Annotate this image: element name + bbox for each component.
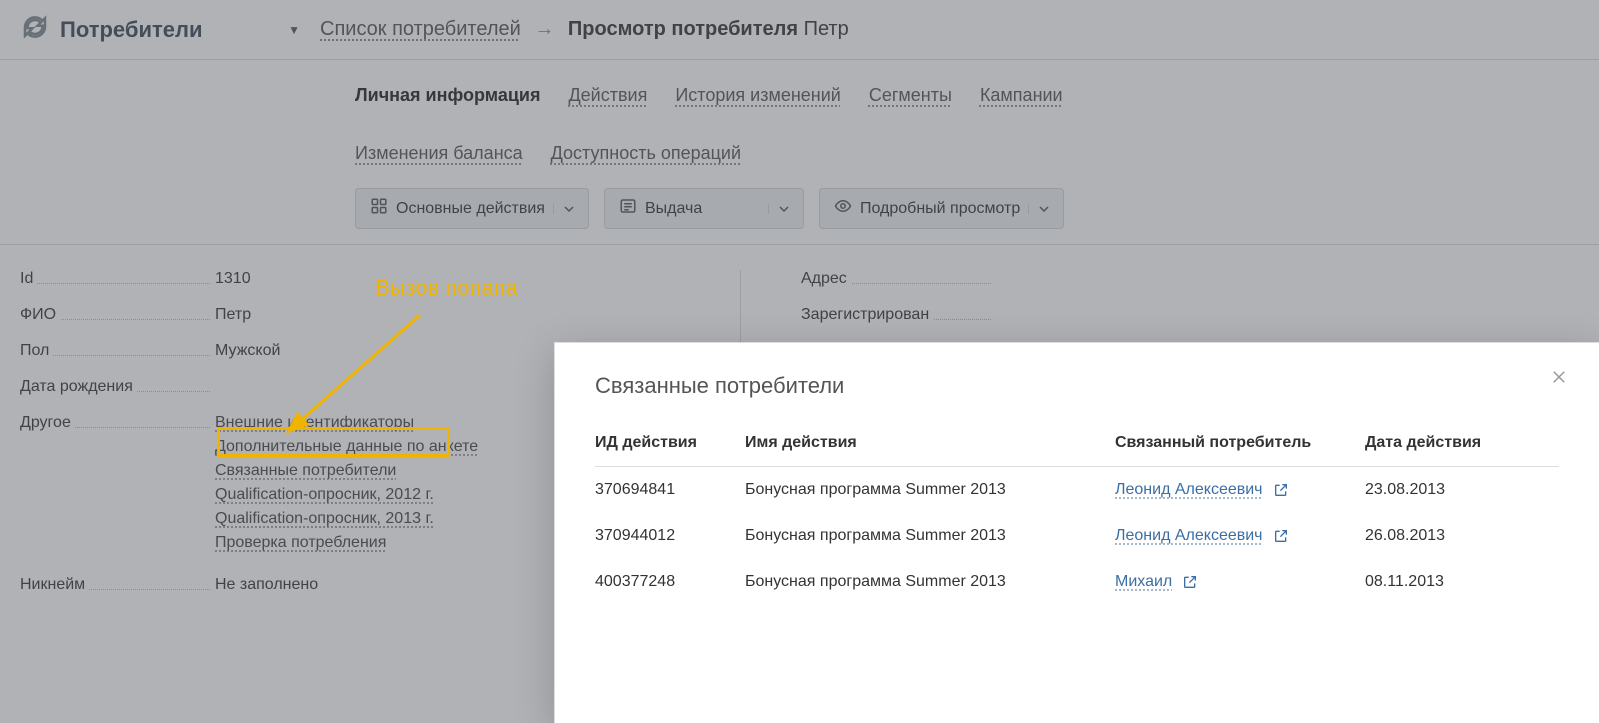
- col-linked: Связанный потребитель: [1115, 424, 1365, 467]
- popup-title: Связанные потребители: [595, 373, 1559, 399]
- linked-consumer-link[interactable]: Леонид Алексеевич: [1115, 481, 1263, 499]
- table-header-row: ИД действия Имя действия Связанный потре…: [595, 424, 1559, 467]
- external-link-icon: [1273, 482, 1289, 498]
- table-row: 370694841 Бонусная программа Summer 2013…: [595, 467, 1559, 514]
- cell-action-name: Бонусная программа Summer 2013: [745, 467, 1115, 514]
- col-action-id: ИД действия: [595, 424, 745, 467]
- cell-date: 23.08.2013: [1365, 467, 1559, 514]
- related-consumers-table: ИД действия Имя действия Связанный потре…: [595, 424, 1559, 605]
- cell-action-id: 370944012: [595, 513, 745, 559]
- col-date: Дата действия: [1365, 424, 1559, 467]
- close-icon: [1550, 368, 1568, 386]
- external-link-icon: [1182, 574, 1198, 590]
- linked-consumer-link[interactable]: Леонид Алексеевич: [1115, 527, 1263, 545]
- external-link-icon: [1273, 528, 1289, 544]
- col-action-name: Имя действия: [745, 424, 1115, 467]
- cell-action-name: Бонусная программа Summer 2013: [745, 559, 1115, 605]
- cell-action-id: 400377248: [595, 559, 745, 605]
- table-row: 370944012 Бонусная программа Summer 2013…: [595, 513, 1559, 559]
- cell-action-name: Бонусная программа Summer 2013: [745, 513, 1115, 559]
- cell-date: 26.08.2013: [1365, 513, 1559, 559]
- table-row: 400377248 Бонусная программа Summer 2013…: [595, 559, 1559, 605]
- related-consumers-popup: Связанные потребители ИД действия Имя де…: [555, 343, 1599, 723]
- cell-date: 08.11.2013: [1365, 559, 1559, 605]
- cell-action-id: 370694841: [595, 467, 745, 514]
- popup-close-button[interactable]: [1547, 365, 1571, 389]
- linked-consumer-link[interactable]: Михаил: [1115, 573, 1172, 591]
